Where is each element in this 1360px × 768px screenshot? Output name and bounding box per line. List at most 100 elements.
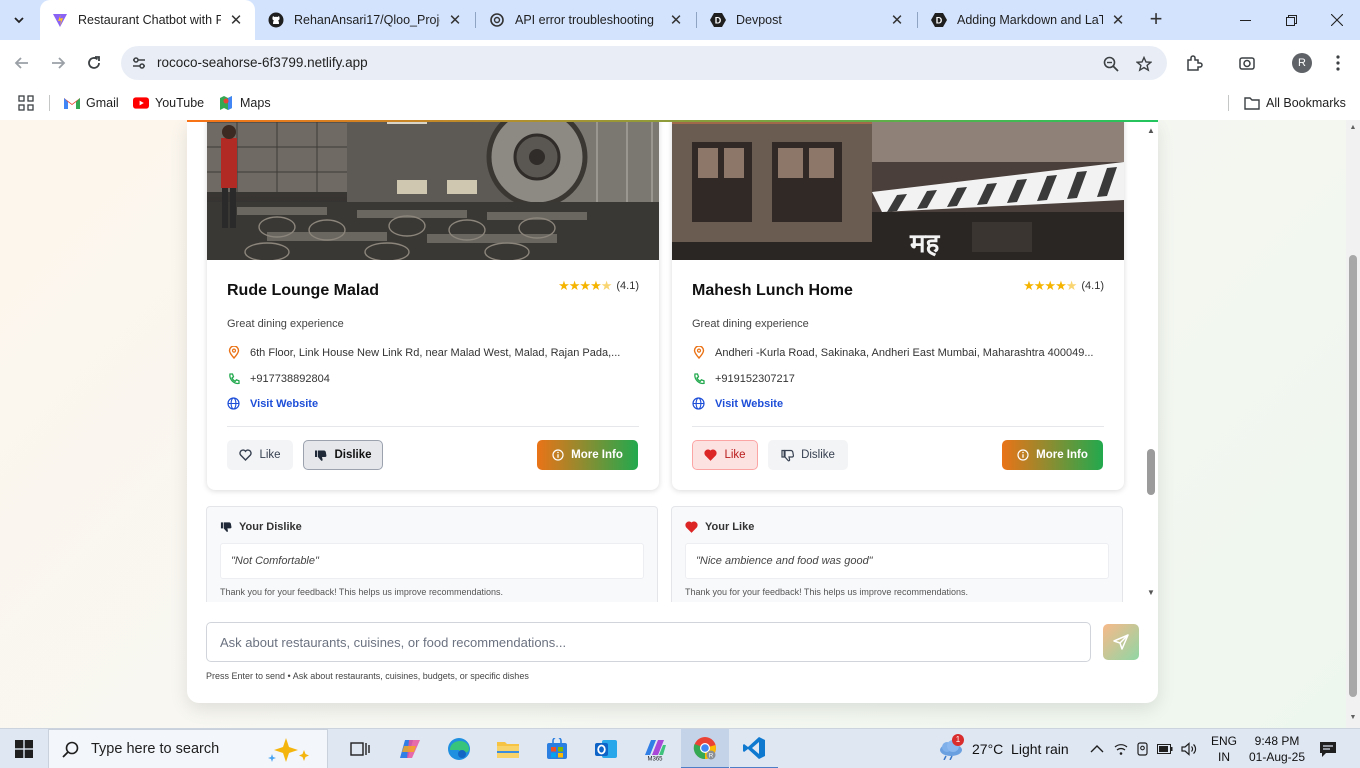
microsoft-365-app[interactable]: M365 [631, 729, 679, 768]
start-button[interactable] [0, 729, 48, 768]
chat-input[interactable] [207, 623, 1090, 661]
apps-button[interactable] [18, 92, 34, 114]
reload-icon [88, 56, 100, 69]
weather-widget[interactable]: 1 27°C Light rain [938, 729, 1069, 768]
task-view-button[interactable] [336, 729, 384, 768]
arrow-right-icon [52, 57, 66, 69]
like-label: Like [724, 449, 746, 461]
scroll-down-icon[interactable]: ▼ [1349, 714, 1357, 721]
tab-search-button[interactable] [6, 7, 32, 33]
card-divider [692, 426, 1104, 427]
task-view-icon [350, 742, 370, 756]
zoom-icon[interactable] [1101, 54, 1121, 74]
feedback-heading-label: Your Like [705, 521, 755, 533]
edge-icon [448, 738, 470, 760]
chat-input-box[interactable] [206, 622, 1091, 662]
tab-separator [696, 12, 697, 28]
more-info-button[interactable]: More Info [1002, 440, 1103, 470]
tab-github[interactable]: RehanAnsari17/Qloo_Project ✕ [256, 0, 474, 40]
chat-messages[interactable]: Rude Lounge Malad ★ ★ ★ ★ ★ (4.1) Great dini… [187, 122, 1158, 602]
wifi-icon[interactable] [1114, 743, 1128, 755]
restaurant-photo: मह [672, 122, 1124, 260]
minimize-button[interactable] [1222, 0, 1268, 40]
taskbar-search[interactable]: Type here to search [48, 729, 328, 768]
back-button[interactable] [9, 50, 35, 76]
taskbar-search-placeholder: Type here to search [91, 741, 220, 757]
forward-button[interactable] [45, 50, 71, 76]
screenshot-icon[interactable] [1236, 52, 1258, 74]
like-feedback-box: Your Like "Nice ambience and food was go… [671, 506, 1123, 602]
notifications-button[interactable] [1318, 729, 1338, 768]
new-tab-button[interactable]: + [1144, 8, 1168, 32]
page-scrollbar[interactable]: ▲ ▼ [1346, 120, 1360, 728]
svg-text:D: D [715, 16, 722, 26]
card-divider [227, 426, 639, 427]
chat-scrollbar-thumb[interactable] [1147, 449, 1155, 495]
bookmark-divider [1228, 95, 1229, 111]
bookmark-star-icon[interactable] [1134, 54, 1154, 74]
tab-title: Devpost [736, 13, 782, 27]
visit-website-link[interactable]: Visit Website [715, 398, 783, 410]
like-button[interactable]: Like [692, 440, 758, 470]
close-icon[interactable]: ✕ [1109, 11, 1127, 29]
svg-text:R: R [709, 754, 714, 760]
file-explorer-app[interactable] [484, 729, 532, 768]
site-settings-icon[interactable] [130, 54, 148, 72]
reload-button[interactable] [81, 50, 107, 76]
close-icon[interactable]: ✕ [888, 11, 906, 29]
kebab-menu-icon[interactable] [1327, 52, 1349, 74]
bookmark-youtube[interactable]: YouTube [133, 92, 204, 114]
microsoft-store-app[interactable] [533, 729, 581, 768]
scroll-up-icon[interactable]: ▲ [1146, 126, 1156, 135]
edge-app[interactable] [435, 729, 483, 768]
minimize-icon [1239, 19, 1251, 21]
restaurant-website: Visit Website [692, 397, 1104, 410]
close-icon[interactable]: ✕ [446, 11, 464, 29]
close-icon[interactable]: ✕ [667, 11, 685, 29]
page-viewport: Rude Lounge Malad ★ ★ ★ ★ ★ (4.1) Great dini… [0, 120, 1346, 728]
visit-website-link[interactable]: Visit Website [250, 398, 318, 410]
devpost-icon: D [931, 12, 947, 28]
more-info-button[interactable]: More Info [537, 440, 638, 470]
profile-avatar[interactable]: R [1292, 53, 1312, 73]
scroll-down-icon[interactable]: ▼ [1146, 588, 1156, 597]
language-indicator[interactable]: ENG IN [1210, 729, 1238, 768]
devpost-icon: D [710, 12, 726, 28]
tab-devpost-markdown[interactable]: D Adding Markdown and LaTeX ✕ [919, 0, 1137, 40]
tab-chatgpt[interactable]: API error troubleshooting ✕ [477, 0, 695, 40]
close-window-button[interactable] [1314, 0, 1360, 40]
phone-icon [692, 372, 705, 385]
battery-icon[interactable] [1157, 744, 1173, 754]
maps-icon [218, 95, 234, 111]
clock[interactable]: 9:48 PM 01-Aug-25 [1248, 729, 1306, 768]
tab-restaurant-chatbot[interactable]: Restaurant Chatbot with FastAPI ✕ [40, 0, 255, 40]
dislike-button[interactable]: Dislike [768, 440, 848, 470]
page-scrollbar-thumb[interactable] [1349, 255, 1357, 697]
volume-icon[interactable] [1181, 742, 1197, 756]
send-button[interactable] [1103, 624, 1139, 660]
close-icon[interactable]: ✕ [227, 11, 245, 29]
bookmark-gmail[interactable]: Gmail [64, 92, 119, 114]
dislike-button[interactable]: Dislike [303, 440, 383, 470]
chat-scrollbar[interactable]: ▲ ▼ [1144, 122, 1158, 600]
restaurant-rating: ★ ★ ★ ★ ★ (4.1) [558, 279, 639, 292]
bookmark-divider [49, 95, 50, 111]
folder-icon [1244, 95, 1260, 111]
folder-icon [497, 742, 519, 758]
meet-now-icon[interactable] [1136, 742, 1149, 756]
chrome-app[interactable]: R [681, 729, 729, 768]
chevron-up-icon[interactable] [1090, 744, 1104, 754]
copilot-app[interactable] [386, 729, 434, 768]
vscode-app[interactable] [730, 729, 778, 768]
extensions-icon[interactable] [1183, 52, 1205, 74]
like-button[interactable]: Like [227, 440, 293, 470]
bookmark-maps[interactable]: Maps [218, 92, 271, 114]
scroll-up-icon[interactable]: ▲ [1349, 124, 1357, 131]
outlook-app[interactable] [582, 729, 630, 768]
restore-button[interactable] [1268, 0, 1314, 40]
address-bar[interactable]: rococo-seahorse-6f3799.netlify.app [121, 46, 1167, 80]
globe-icon [227, 397, 240, 410]
all-bookmarks-button[interactable]: All Bookmarks [1244, 92, 1346, 114]
tab-title: Restaurant Chatbot with FastAPI [78, 13, 221, 27]
tab-devpost[interactable]: D Devpost ✕ [698, 0, 916, 40]
